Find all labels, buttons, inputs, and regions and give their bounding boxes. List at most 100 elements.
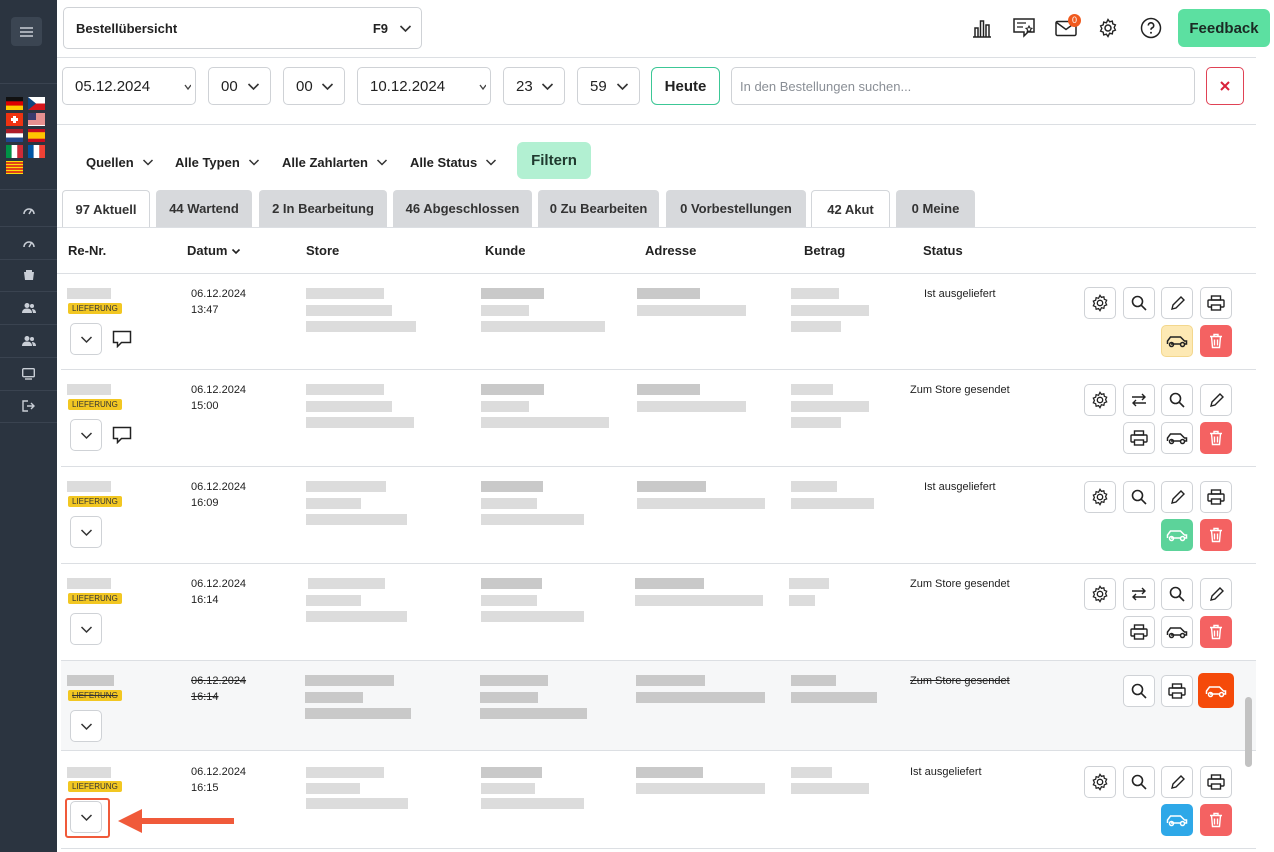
edit-order-button[interactable] — [1200, 578, 1232, 610]
to-hour-select[interactable]: 23 — [503, 67, 565, 105]
table-row[interactable]: LIEFERUNG 06.12.2024 13:47 Ist ausgeliefe… — [61, 274, 1256, 370]
edit-order-button[interactable] — [1200, 384, 1232, 416]
view-order-button[interactable] — [1123, 481, 1155, 513]
delete-order-button[interactable] — [1200, 616, 1232, 648]
sidebar-item-orders[interactable] — [0, 259, 57, 291]
expand-row-button[interactable] — [70, 323, 102, 355]
payment-filter[interactable]: Alle Zahlarten — [282, 152, 388, 172]
sidebar-item-staff[interactable] — [0, 325, 57, 357]
help-button[interactable] — [1138, 15, 1164, 41]
view-order-button[interactable] — [1161, 384, 1193, 416]
expand-row-button[interactable] — [70, 516, 102, 548]
feedback-button[interactable]: Feedback — [1178, 9, 1270, 47]
edit-order-button[interactable] — [1161, 287, 1193, 319]
flag-cz-icon[interactable] — [28, 97, 45, 110]
view-order-button[interactable] — [1123, 766, 1155, 798]
order-settings-button[interactable] — [1084, 766, 1116, 798]
sidebar-item-dashboard-2[interactable] — [0, 227, 57, 259]
apply-filter-button[interactable]: Filtern — [517, 142, 591, 179]
flag-de-icon[interactable] — [6, 97, 23, 110]
expand-row-button[interactable] — [70, 419, 102, 451]
flag-nl-icon[interactable] — [6, 129, 23, 142]
delete-order-button[interactable] — [1200, 325, 1232, 357]
tab-akut[interactable]: 42 Akut — [811, 190, 890, 227]
column-header-store[interactable]: Store — [306, 243, 339, 258]
column-header-re-nr[interactable]: Re-Nr. — [68, 243, 106, 258]
scrollbar-thumb[interactable] — [1245, 697, 1252, 767]
column-header-adresse[interactable]: Adresse — [645, 243, 696, 258]
driver-assign-button[interactable] — [1161, 325, 1193, 357]
view-order-button[interactable] — [1123, 287, 1155, 319]
edit-order-button[interactable] — [1161, 481, 1193, 513]
sidebar-item-display[interactable] — [0, 358, 57, 390]
driver-assign-button[interactable] — [1161, 616, 1193, 648]
print-order-button[interactable] — [1200, 287, 1232, 319]
to-minute-select[interactable]: 59 — [577, 67, 640, 105]
clear-filters-button[interactable] — [1206, 67, 1244, 105]
print-order-button[interactable] — [1161, 675, 1193, 707]
table-row[interactable]: LIEFERUNG 06.12.2024 15:00 Zum Store gese… — [61, 370, 1256, 467]
view-order-button[interactable] — [1161, 578, 1193, 610]
tab-wartend[interactable]: 44 Wartend — [156, 190, 252, 227]
view-select[interactable]: Bestellübersicht F9 — [63, 7, 422, 49]
table-row[interactable]: LIEFERUNG 06.12.2024 16:14 Zum Store gese… — [61, 661, 1256, 751]
print-order-button[interactable] — [1200, 481, 1232, 513]
statistics-button[interactable] — [969, 15, 995, 41]
sidebar-item-dashboard[interactable] — [0, 194, 57, 226]
flag-it-icon[interactable] — [6, 145, 23, 158]
flag-fr-icon[interactable] — [28, 145, 45, 158]
edit-order-button[interactable] — [1161, 766, 1193, 798]
driver-assign-button[interactable] — [1161, 804, 1193, 836]
comment-button[interactable] — [112, 330, 132, 348]
expand-row-button[interactable] — [70, 710, 102, 742]
transfer-order-button[interactable] — [1123, 578, 1155, 610]
table-row[interactable]: LIEFERUNG 06.12.2024 16:15 Ist ausgeliefe… — [61, 751, 1256, 849]
order-search-input[interactable] — [731, 67, 1195, 105]
tab-abgeschlossen[interactable]: 46 Abgeschlossen — [393, 190, 532, 227]
delete-order-button[interactable] — [1200, 519, 1232, 551]
tab-aktuell[interactable]: 97 Aktuell — [62, 190, 150, 227]
to-date-input[interactable]: 10.12.2024 — [357, 67, 491, 105]
order-settings-button[interactable] — [1084, 481, 1116, 513]
sidebar-item-customers[interactable] — [0, 292, 57, 324]
order-settings-button[interactable] — [1084, 578, 1116, 610]
column-header-kunde[interactable]: Kunde — [485, 243, 525, 258]
sources-filter[interactable]: Quellen — [86, 152, 154, 172]
tab-zu-bearbeiten[interactable]: 0 Zu Bearbeiten — [538, 190, 659, 227]
column-header-betrag[interactable]: Betrag — [804, 243, 845, 258]
print-order-button[interactable] — [1200, 766, 1232, 798]
delete-order-button[interactable] — [1200, 422, 1232, 454]
print-order-button[interactable] — [1123, 616, 1155, 648]
settings-button[interactable] — [1095, 15, 1121, 41]
driver-assign-button[interactable] — [1161, 422, 1193, 454]
table-row[interactable]: LIEFERUNG 06.12.2024 16:14 Zum Store gese… — [61, 564, 1256, 661]
tab-vorbestellungen[interactable]: 0 Vorbestellungen — [666, 190, 806, 227]
from-hour-select[interactable]: 00 — [208, 67, 271, 105]
view-order-button[interactable] — [1123, 675, 1155, 707]
flag-es-icon[interactable] — [28, 129, 45, 142]
flag-ch-icon[interactable] — [6, 113, 23, 126]
comment-button[interactable] — [112, 426, 132, 444]
table-row[interactable]: LIEFERUNG 06.12.2024 16:09 Ist ausgeliefe… — [61, 467, 1256, 564]
flag-us-icon[interactable] — [28, 113, 45, 126]
from-date-input[interactable]: 05.12.2024 — [62, 67, 196, 105]
status-filter[interactable]: Alle Status — [410, 152, 497, 172]
column-header-status[interactable]: Status — [923, 243, 963, 258]
today-button[interactable]: Heute — [651, 67, 720, 105]
delete-order-button[interactable] — [1200, 804, 1232, 836]
order-settings-button[interactable] — [1084, 287, 1116, 319]
tab-in-bearbeitung[interactable]: 2 In Bearbeitung — [259, 190, 387, 227]
order-settings-button[interactable] — [1084, 384, 1116, 416]
menu-toggle-button[interactable] — [11, 17, 42, 46]
sidebar-item-logout[interactable] — [0, 390, 57, 422]
print-order-button[interactable] — [1123, 422, 1155, 454]
tab-meine[interactable]: 0 Meine — [896, 190, 975, 227]
column-header-datum[interactable]: Datum — [187, 243, 241, 258]
expand-row-button[interactable] — [70, 613, 102, 645]
reviews-button[interactable] — [1011, 15, 1037, 41]
flag-catalan-icon[interactable] — [6, 161, 23, 174]
driver-assign-button[interactable] — [1198, 673, 1234, 708]
table-scrollbar[interactable] — [1243, 275, 1254, 852]
driver-assign-button[interactable] — [1161, 519, 1193, 551]
types-filter[interactable]: Alle Typen — [175, 152, 260, 172]
